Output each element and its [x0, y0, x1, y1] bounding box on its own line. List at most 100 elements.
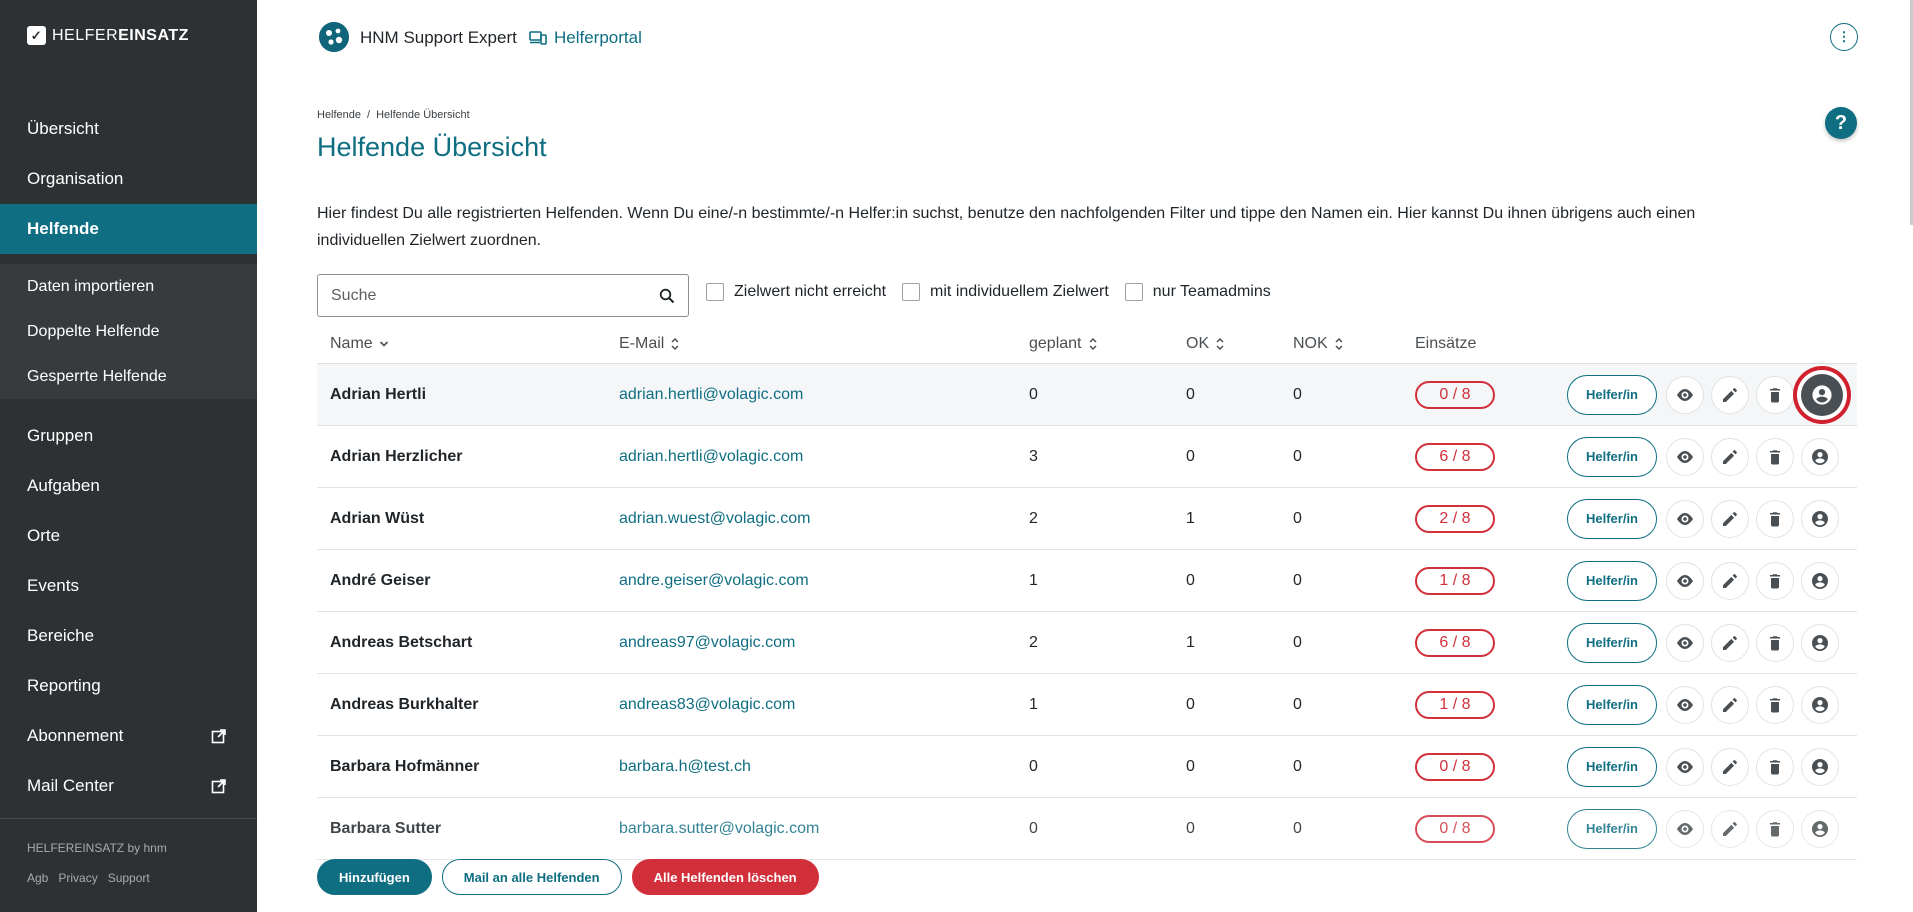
column-label: Name — [330, 334, 373, 352]
role-button[interactable]: Helfer/in — [1567, 436, 1657, 477]
helper-email-link[interactable]: andreas83@volagic.com — [606, 696, 1016, 714]
helper-email-link[interactable]: barbara.sutter@volagic.com — [606, 820, 1016, 838]
sidebar-item-orte[interactable]: Orte — [0, 511, 257, 561]
sidebar-item-gruppen[interactable]: Gruppen — [0, 411, 257, 461]
sidebar-item-label: Aufgaben — [27, 476, 100, 495]
helper-email-link[interactable]: andre.geiser@volagic.com — [606, 572, 1016, 590]
impersonate-user-button[interactable] — [1801, 499, 1839, 538]
sidebar-item-daten-importieren[interactable]: Daten importieren — [0, 264, 257, 309]
more-vertical-icon[interactable]: ⋮ — [1830, 23, 1858, 51]
impersonate-user-button[interactable] — [1801, 685, 1839, 724]
impersonate-user-button[interactable] — [1801, 373, 1843, 416]
delete-button[interactable] — [1756, 437, 1794, 476]
sidebar-item-gesperrte-helfende[interactable]: Gesperrte Helfende — [0, 354, 257, 399]
app-logo[interactable]: ✓ HELFER EINSATZ — [27, 26, 189, 45]
sidebar-item-reporting[interactable]: Reporting — [0, 661, 257, 711]
view-button[interactable] — [1666, 809, 1704, 848]
footer-link-privacy[interactable]: Privacy — [58, 871, 97, 885]
breadcrumb-helfende[interactable]: Helfende — [317, 109, 361, 121]
breadcrumb-separator: / — [367, 109, 371, 121]
delete-button[interactable] — [1756, 623, 1794, 662]
impersonate-user-button[interactable] — [1801, 747, 1839, 786]
edit-button[interactable] — [1711, 685, 1749, 724]
edit-button[interactable] — [1711, 375, 1749, 414]
sidebar-item-bereiche[interactable]: Bereiche — [0, 611, 257, 661]
delete-all-button[interactable]: Alle Helfenden löschen — [631, 859, 819, 895]
sidebar-item-doppelte-helfende[interactable]: Doppelte Helfende — [0, 309, 257, 354]
role-button[interactable]: Helfer/in — [1567, 746, 1657, 787]
nok-count: 0 — [1293, 819, 1302, 837]
org-name[interactable]: HNM Support Expert — [360, 28, 517, 48]
view-button[interactable] — [1666, 375, 1704, 414]
view-button[interactable] — [1666, 623, 1704, 662]
ok-count: 1 — [1186, 633, 1195, 651]
impersonate-user-button[interactable] — [1801, 623, 1839, 662]
delete-button[interactable] — [1756, 685, 1794, 724]
footer-link-agb[interactable]: Agb — [27, 871, 48, 885]
column-header-name[interactable]: Name — [317, 335, 606, 353]
helper-email-link[interactable]: adrian.hertli@volagic.com — [606, 448, 1016, 466]
edit-button[interactable] — [1711, 623, 1749, 662]
view-button[interactable] — [1666, 685, 1704, 724]
filter-nur-teamadmins[interactable]: nur Teamadmins — [1124, 283, 1271, 301]
role-button[interactable]: Helfer/in — [1567, 684, 1657, 725]
edit-button[interactable] — [1711, 747, 1749, 786]
checkbox[interactable] — [1124, 283, 1143, 301]
role-button[interactable]: Helfer/in — [1567, 498, 1657, 539]
sidebar-item-aufgaben[interactable]: Aufgaben — [0, 461, 257, 511]
column-header-geplant[interactable]: geplant — [1016, 335, 1173, 353]
footer-link-support[interactable]: Support — [108, 871, 150, 885]
intro-text: Hier findest Du alle registrierten Helfe… — [317, 205, 1696, 249]
view-button[interactable] — [1666, 747, 1704, 786]
checkbox[interactable] — [706, 283, 724, 301]
role-button[interactable]: Helfer/in — [1567, 560, 1657, 601]
mail-all-button[interactable]: Mail an alle Helfenden — [441, 859, 622, 895]
sidebar-item-helfende[interactable]: Helfende — [0, 204, 257, 254]
edit-button[interactable] — [1711, 561, 1749, 600]
einsaetze-cell: 1 / 8 — [1402, 690, 1567, 719]
view-button[interactable] — [1666, 499, 1704, 538]
column-header-ok[interactable]: OK — [1173, 335, 1280, 353]
helper-email-link[interactable]: adrian.hertli@volagic.com — [606, 386, 1016, 404]
helper-email-link[interactable]: andreas97@volagic.com — [606, 634, 1016, 652]
sidebar-item-uebersicht[interactable]: Übersicht — [0, 104, 257, 154]
sidebar-item-mail-center[interactable]: Mail Center — [0, 761, 257, 811]
column-header-email[interactable]: E-Mail — [606, 335, 1016, 353]
help-button[interactable]: ? — [1825, 107, 1857, 139]
view-button[interactable] — [1666, 437, 1704, 476]
helferportal-link[interactable]: Helferportal — [529, 28, 642, 48]
eye-icon — [1677, 388, 1693, 401]
nok-count: 0 — [1293, 571, 1302, 589]
helper-email-link[interactable]: barbara.h@test.ch — [606, 758, 1016, 776]
sidebar-item-organisation[interactable]: Organisation — [0, 154, 257, 204]
filter-zielwert-nicht-erreicht[interactable]: Zielwert nicht erreicht — [706, 283, 886, 301]
ok-count: 0 — [1186, 447, 1195, 465]
filter-individueller-zielwert[interactable]: mit individuellem Zielwert — [902, 283, 1109, 301]
sidebar-item-abonnement[interactable]: Abonnement — [0, 711, 257, 761]
column-label: OK — [1186, 334, 1210, 352]
table-row: Adrian Herzlicher adrian.hertli@volagic.c… — [317, 426, 1857, 488]
search-input[interactable] — [331, 286, 659, 305]
delete-button[interactable] — [1756, 499, 1794, 538]
edit-button[interactable] — [1711, 437, 1749, 476]
impersonate-user-button[interactable] — [1801, 561, 1839, 600]
edit-button[interactable] — [1711, 499, 1749, 538]
impersonate-user-button[interactable] — [1801, 809, 1839, 848]
helper-email-link[interactable]: adrian.wuest@volagic.com — [606, 510, 1016, 528]
view-button[interactable] — [1666, 561, 1704, 600]
role-button[interactable]: Helfer/in — [1567, 622, 1657, 663]
column-header-nok[interactable]: NOK — [1280, 335, 1402, 353]
search-icon[interactable] — [659, 288, 675, 304]
edit-button[interactable] — [1711, 809, 1749, 848]
org-logo[interactable] — [319, 22, 349, 52]
delete-button[interactable] — [1756, 809, 1794, 848]
checkbox[interactable] — [902, 283, 921, 301]
role-button[interactable]: Helfer/in — [1567, 808, 1657, 849]
delete-button[interactable] — [1756, 747, 1794, 786]
role-button[interactable]: Helfer/in — [1567, 374, 1657, 415]
delete-button[interactable] — [1756, 561, 1794, 600]
sidebar-item-events[interactable]: Events — [0, 561, 257, 611]
delete-button[interactable] — [1756, 375, 1794, 414]
impersonate-user-button[interactable] — [1801, 437, 1839, 476]
add-helper-button[interactable]: Hinzufügen — [317, 859, 432, 895]
